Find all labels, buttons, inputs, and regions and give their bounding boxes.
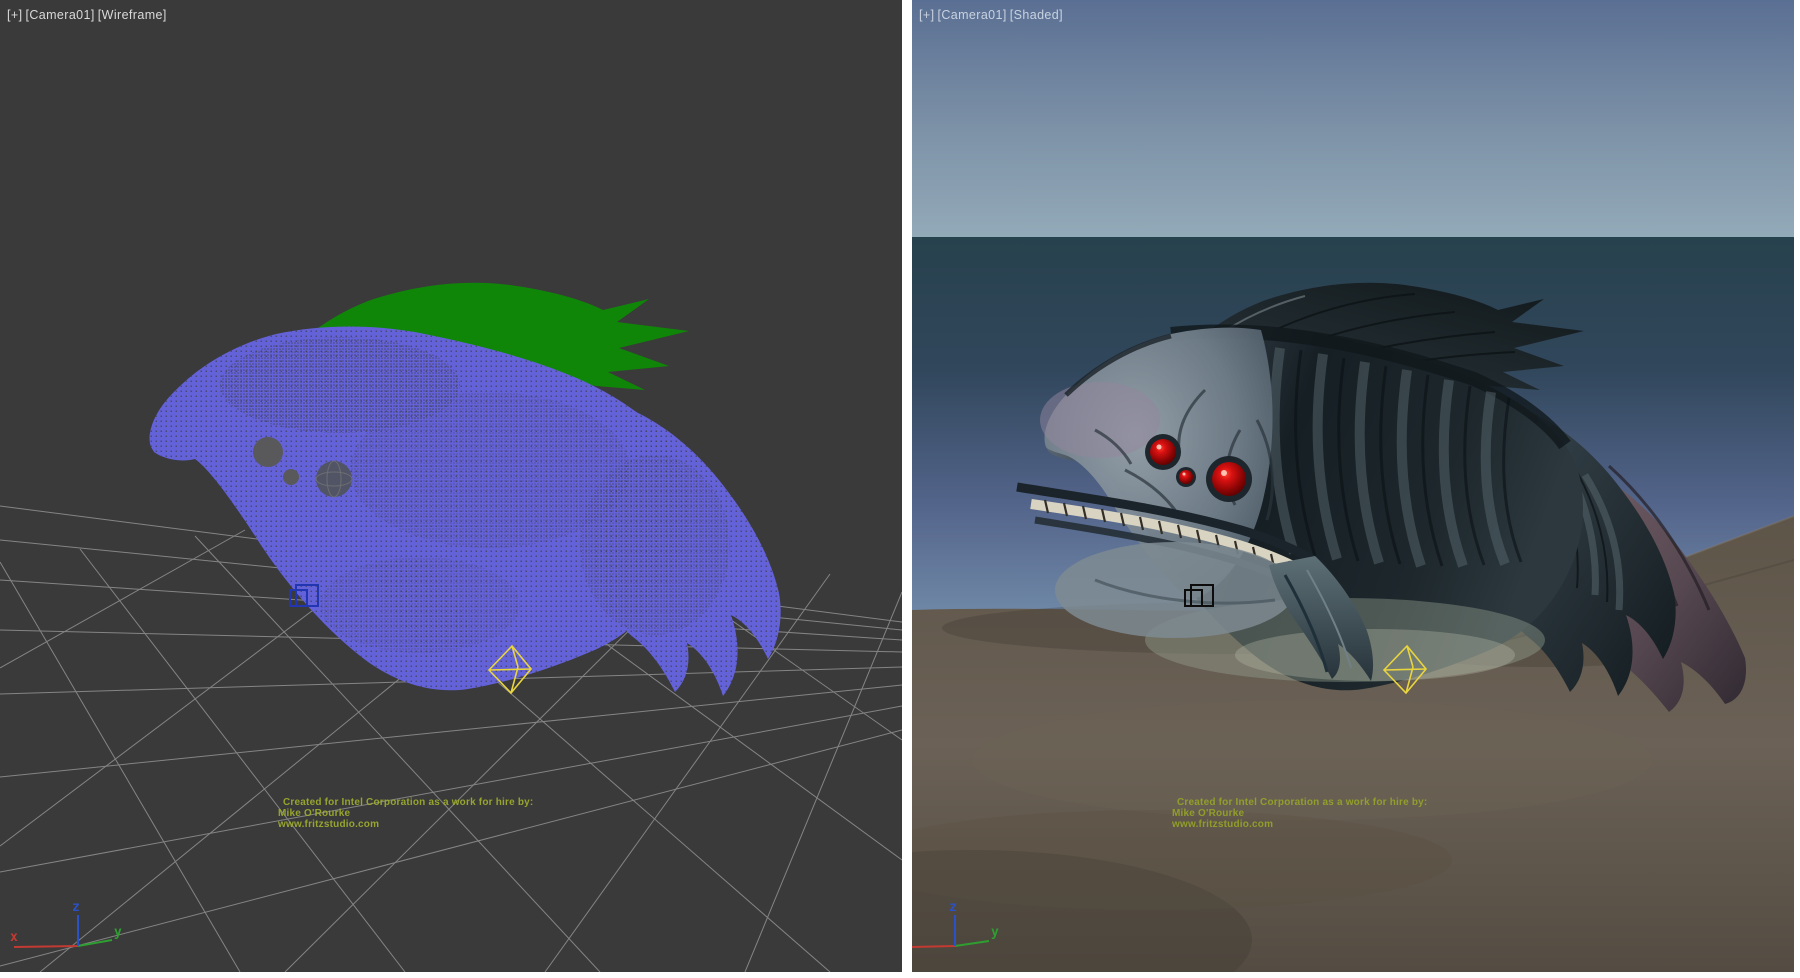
- axis-y-label: y: [114, 925, 122, 940]
- axis-x-label: x: [10, 930, 18, 945]
- viewport-menu-camera[interactable]: [Camera01]: [937, 8, 1006, 22]
- viewport-splitter[interactable]: [902, 0, 912, 972]
- chin-sack: [1055, 542, 1295, 638]
- viewport-canvas-shaded[interactable]: y z: [912, 0, 1794, 972]
- viewport-label-shaded: [+] [Camera01] [Shaded]: [919, 8, 1063, 22]
- viewport-menu-shading[interactable]: [Wireframe]: [98, 8, 167, 22]
- dual-viewport-layout: x y z [+] [Camera01] [Wireframe] Created…: [0, 0, 1800, 978]
- axis-z-label: z: [72, 900, 80, 915]
- viewport-menu-general[interactable]: [+]: [7, 8, 22, 22]
- window-edge: [1794, 0, 1800, 972]
- sky-backdrop: [912, 0, 1794, 237]
- viewport-shaded: y z [+] [Camera01] [Shaded] Created for …: [912, 0, 1794, 972]
- viewport-canvas-wireframe[interactable]: x y z: [0, 0, 902, 972]
- viewport-wireframe: x y z [+] [Camera01] [Wireframe] Created…: [0, 0, 902, 972]
- viewport-menu-general[interactable]: [+]: [919, 8, 934, 22]
- viewport-menu-shading[interactable]: [Shaded]: [1010, 8, 1063, 22]
- viewport-label-wireframe: [+] [Camera01] [Wireframe]: [7, 8, 167, 22]
- axis-z-label: z: [949, 900, 957, 915]
- viewport-menu-camera[interactable]: [Camera01]: [25, 8, 94, 22]
- axis-y-label: y: [991, 925, 999, 940]
